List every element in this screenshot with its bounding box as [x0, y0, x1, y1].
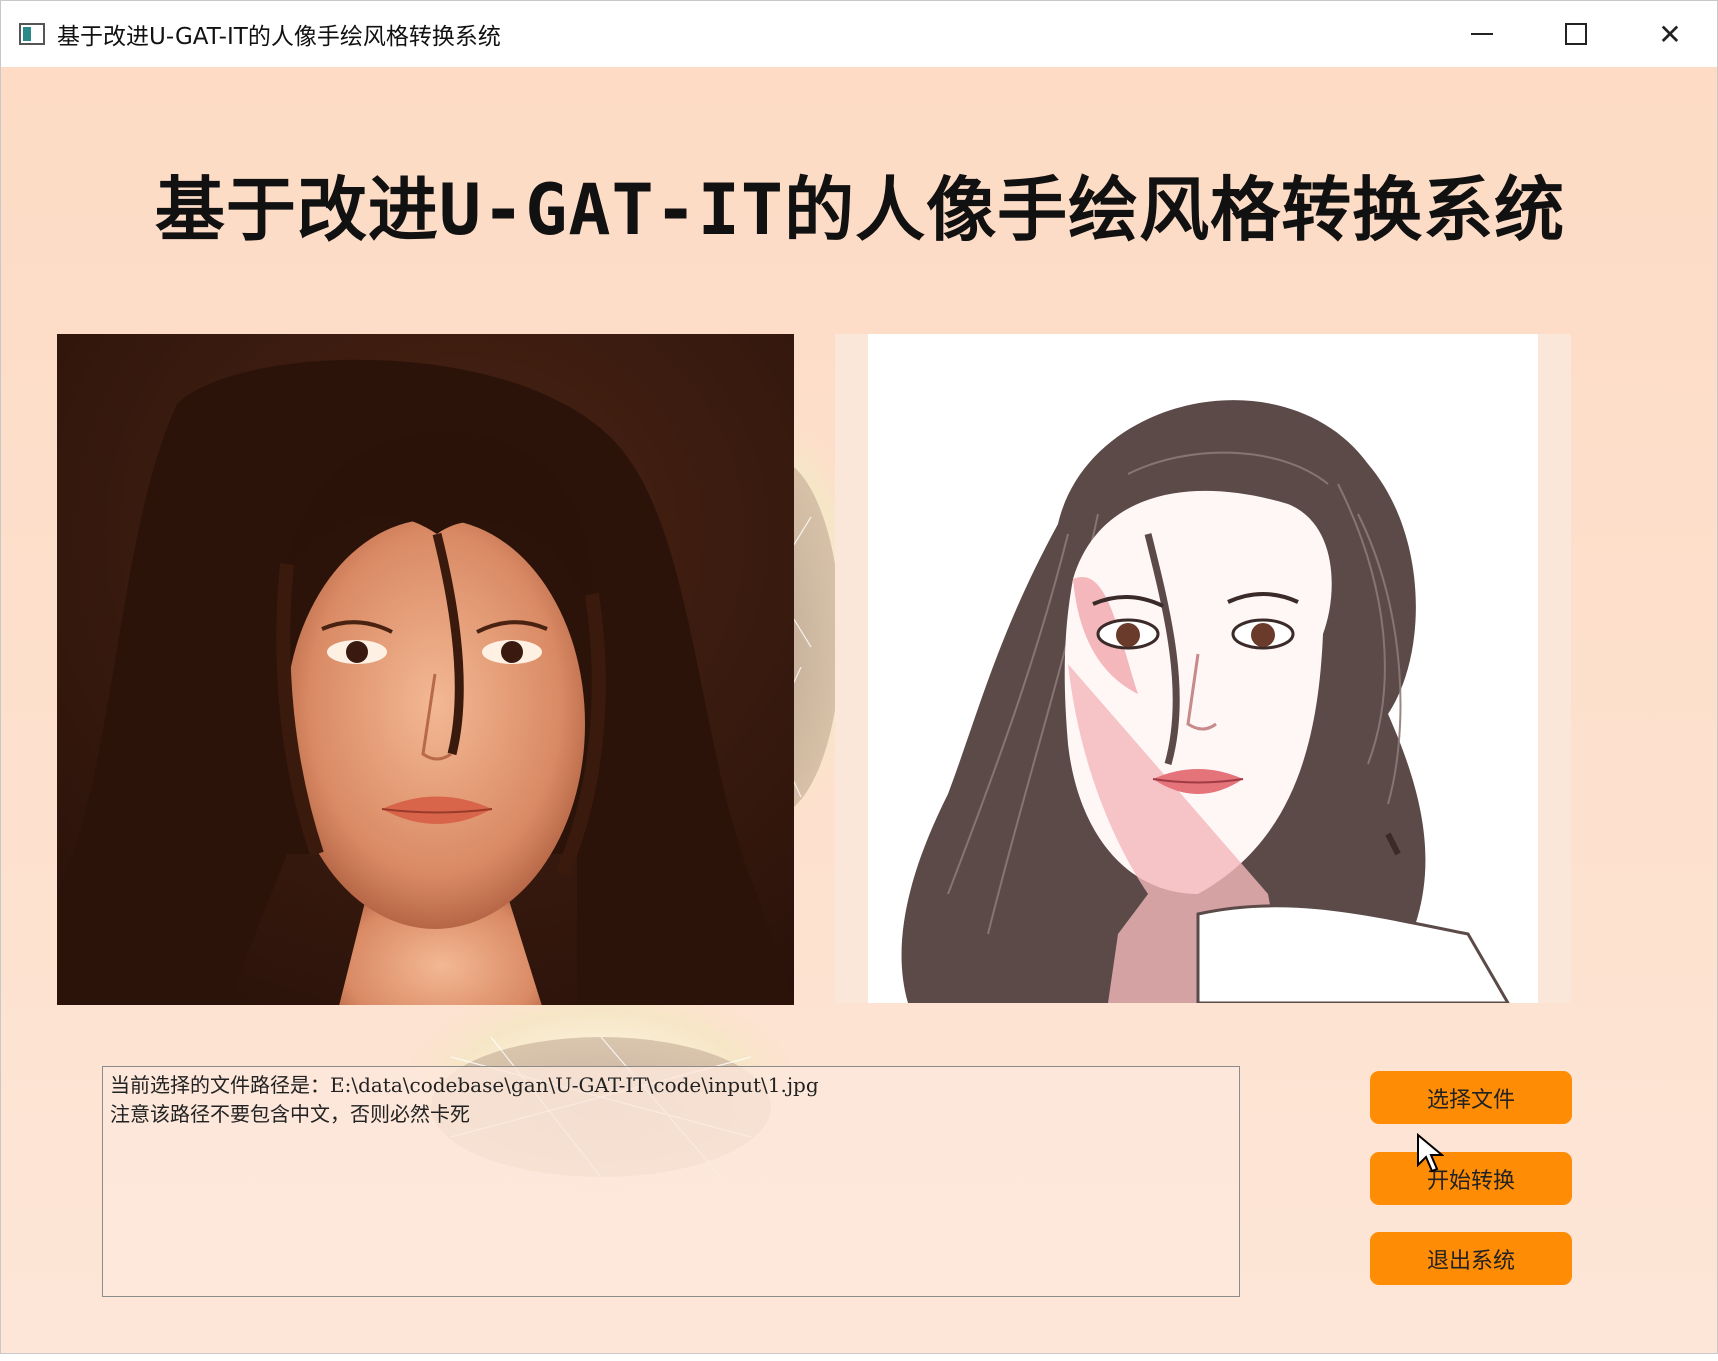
input-portrait-image — [57, 334, 794, 1005]
window-controls: ✕ — [1435, 1, 1717, 67]
output-sketch-image — [868, 334, 1538, 1003]
status-log-textarea[interactable]: 当前选择的文件路径是：E:\data\codebase\gan\U-GAT-IT… — [102, 1066, 1240, 1297]
app-icon — [19, 23, 45, 45]
client-area: 基于改进U-GAT-IT的人像手绘风格转换系统 当前选择的文件路径是：E:\da… — [1, 67, 1717, 1353]
close-button[interactable]: ✕ — [1623, 1, 1717, 67]
input-photo — [57, 334, 794, 1005]
title-bar[interactable]: 基于改进U-GAT-IT的人像手绘风格转换系统 ✕ — [1, 1, 1717, 67]
log-line-path: 当前选择的文件路径是：E:\data\codebase\gan\U-GAT-IT… — [110, 1073, 819, 1097]
minimize-button[interactable] — [1435, 1, 1529, 67]
start-convert-button[interactable]: 开始转换 — [1370, 1152, 1572, 1205]
window-title: 基于改进U-GAT-IT的人像手绘风格转换系统 — [57, 24, 501, 50]
mouse-cursor-icon — [1417, 1133, 1444, 1173]
app-window: 基于改进U-GAT-IT的人像手绘风格转换系统 ✕ 基于改进U-GAT-IT的人… — [0, 0, 1718, 1354]
maximize-icon — [1565, 23, 1587, 45]
close-icon: ✕ — [1658, 17, 1682, 51]
page-title: 基于改进U-GAT-IT的人像手绘风格转换系统 — [154, 169, 1566, 251]
maximize-button[interactable] — [1529, 1, 1623, 67]
select-file-button[interactable]: 选择文件 — [1370, 1071, 1572, 1124]
log-line-warning: 注意该路径不要包含中文，否则必然卡死 — [110, 1102, 470, 1126]
exit-system-button[interactable]: 退出系统 — [1370, 1232, 1572, 1285]
output-panel — [835, 334, 1571, 1003]
minimize-icon — [1471, 33, 1493, 35]
